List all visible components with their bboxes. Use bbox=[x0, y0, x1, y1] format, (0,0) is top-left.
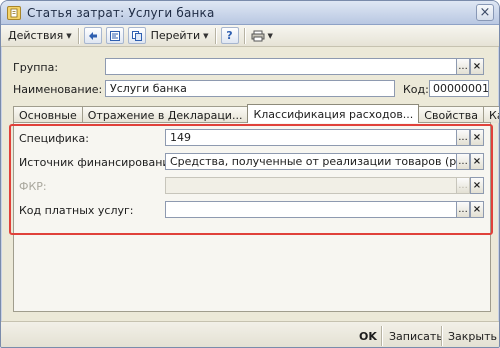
print-icon bbox=[251, 30, 265, 42]
close-button[interactable]: Закрыть bbox=[448, 327, 497, 345]
actions-label: Действия bbox=[8, 29, 64, 42]
print-menu-button[interactable]: ▼ bbox=[248, 27, 276, 45]
fkr-field bbox=[165, 177, 457, 194]
tab-strip: Основные Отражение в Деклараци... Класси… bbox=[13, 104, 499, 123]
name-label: Наименование: bbox=[13, 83, 103, 96]
paid-services-clear-button[interactable]: × bbox=[470, 201, 484, 218]
ok-button[interactable]: OK bbox=[359, 327, 377, 345]
tab-declaration[interactable]: Отражение в Деклараци... bbox=[81, 106, 249, 123]
window-close-button[interactable]: × bbox=[476, 4, 494, 21]
toolbar-separator bbox=[243, 27, 245, 44]
help-icon[interactable]: ? bbox=[220, 27, 239, 44]
code-label: Код: bbox=[403, 83, 429, 96]
code-field[interactable]: 000000016 bbox=[429, 80, 489, 97]
paid-services-label: Код платных услуг: bbox=[19, 204, 134, 217]
funding-source-clear-button[interactable]: × bbox=[470, 153, 484, 170]
tab-main[interactable]: Основные bbox=[13, 106, 83, 123]
tab-categories[interactable]: Категории bbox=[483, 106, 499, 123]
specifics-label: Специфика: bbox=[19, 132, 89, 145]
specifics-select-button[interactable]: ... bbox=[456, 129, 470, 146]
copy-icon[interactable] bbox=[127, 27, 146, 44]
help-label: ? bbox=[226, 29, 233, 42]
toolbar-separator bbox=[214, 27, 216, 44]
tab-expense-classification[interactable]: Классификация расходов... bbox=[247, 104, 420, 123]
dropdown-arrow-icon: ▼ bbox=[203, 31, 209, 40]
button-separator bbox=[381, 326, 382, 346]
dropdown-arrow-icon: ▼ bbox=[66, 31, 72, 40]
specifics-field[interactable]: 149 bbox=[165, 129, 457, 146]
name-field[interactable]: Услуги банка bbox=[105, 80, 395, 97]
funding-source-field[interactable]: Средства, полученные от реализации товар… bbox=[165, 153, 457, 170]
funding-source-label: Источник финансирования: bbox=[19, 156, 180, 169]
group-label: Группа: bbox=[13, 61, 59, 74]
fkr-clear-button[interactable]: × bbox=[470, 177, 484, 194]
paid-services-field[interactable] bbox=[165, 201, 457, 218]
dropdown-arrow-icon: ▼ bbox=[267, 31, 273, 40]
goto-menu-button[interactable]: Перейти ▼ bbox=[148, 27, 212, 45]
bottom-bar: OK Записать Закрыть bbox=[1, 321, 499, 347]
button-separator bbox=[441, 326, 442, 346]
group-field[interactable] bbox=[105, 58, 457, 75]
structure-icon[interactable] bbox=[105, 27, 124, 44]
save-button[interactable]: Записать bbox=[389, 327, 443, 345]
specifics-clear-button[interactable]: × bbox=[470, 129, 484, 146]
toolbar: Действия ▼ Перейти ▼ ? ▼ bbox=[1, 25, 499, 47]
tab-properties[interactable]: Свойства bbox=[418, 106, 485, 123]
paid-services-select-button[interactable]: ... bbox=[456, 201, 470, 218]
goto-label: Перейти bbox=[150, 29, 201, 42]
actions-menu-button[interactable]: Действия ▼ bbox=[5, 27, 75, 45]
group-select-button[interactable]: ... bbox=[456, 58, 470, 75]
funding-source-select-button[interactable]: ... bbox=[456, 153, 470, 170]
titlebar: Статья затрат: Услуги банка × bbox=[1, 1, 499, 25]
group-clear-button[interactable]: × bbox=[470, 58, 484, 75]
window-title: Статья затрат: Услуги банка bbox=[27, 5, 215, 20]
fkr-label: ФКР: bbox=[19, 180, 47, 193]
document-icon bbox=[7, 5, 21, 20]
toolbar-separator bbox=[77, 27, 79, 44]
fkr-select-button: ... bbox=[456, 177, 470, 194]
window: Статья затрат: Услуги банка × Действия ▼… bbox=[0, 0, 500, 348]
back-arrow-icon[interactable] bbox=[83, 27, 102, 44]
